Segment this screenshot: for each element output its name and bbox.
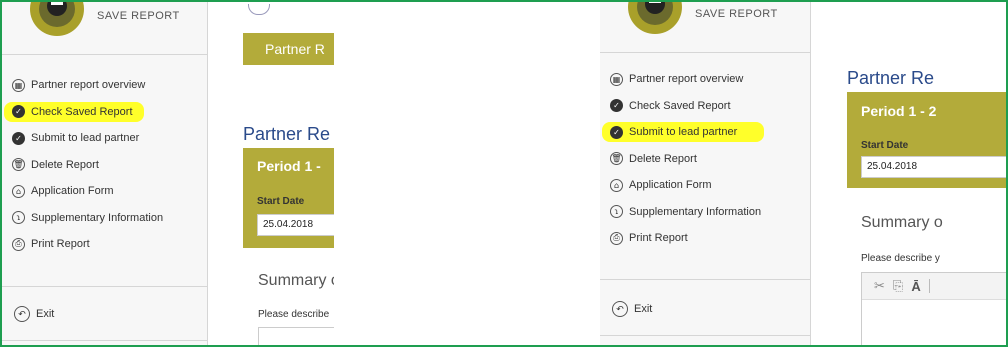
- trash-icon: 🗑: [610, 152, 623, 166]
- grid-icon: ▦: [610, 72, 623, 86]
- sidebar-item-label: Submit to lead partner: [31, 132, 140, 145]
- main-content: Partner Re Period 1 - 2 Start Date 25.04…: [811, 2, 1006, 345]
- sidebar-item-partner-report-overview[interactable]: ▦ Partner report overview: [610, 66, 761, 93]
- sidebar-item-label: Delete Report: [31, 158, 99, 171]
- divider: [2, 286, 207, 287]
- bank-icon: ⌂: [610, 178, 623, 192]
- sidebar-item-label: Delete Report: [629, 152, 697, 165]
- sidebar-item-delete-report[interactable]: 🗑 Delete Report: [610, 146, 761, 173]
- summary-editor[interactable]: [258, 327, 334, 345]
- sidebar-item-label: Partner report overview: [629, 73, 744, 86]
- start-date-input[interactable]: 25.04.2018: [257, 214, 334, 236]
- date-section: Start Date 25.04.2018: [847, 130, 1006, 188]
- sidebar-menu: ▦ Partner report overview ✓ Check Saved …: [4, 72, 163, 258]
- tab-partner-report[interactable]: Partner R: [243, 33, 334, 65]
- info-icon: ɿ: [610, 205, 623, 219]
- cut-icon[interactable]: ✂: [874, 278, 885, 294]
- exit-icon: ↶: [612, 301, 628, 317]
- sidebar-item-check-saved-report[interactable]: ✓ Check Saved Report: [4, 99, 163, 126]
- sidebar-item-label: Supplementary Information: [629, 205, 762, 218]
- exit-label: Exit: [634, 303, 653, 315]
- right-screenshot: SAVE REPORT ▦ Partner report overview ✓ …: [600, 2, 1006, 345]
- save-report-label[interactable]: SAVE REPORT: [695, 8, 778, 20]
- save-report-area[interactable]: SAVE REPORT: [2, 2, 207, 55]
- exit-label: Exit: [36, 308, 55, 320]
- sidebar-item-label: Application Form: [31, 185, 114, 198]
- divider: [600, 335, 810, 336]
- editor-toolbar: ✂ ⎘ Ā: [862, 273, 1006, 300]
- page-title: Partner Re: [243, 124, 331, 144]
- start-date-label: Start Date: [257, 196, 305, 207]
- sidebar-item-label: Check Saved Report: [629, 99, 731, 112]
- sidebar-item-label: Supplementary Information: [31, 211, 164, 224]
- start-date-label: Start Date: [861, 140, 909, 151]
- sidebar-item-submit-to-lead-partner[interactable]: ✓ Submit to lead partner: [12, 125, 163, 152]
- period-header: Period 1 -: [243, 148, 334, 184]
- divider: [2, 340, 207, 341]
- sidebar-item-label: Print Report: [31, 238, 90, 251]
- check-icon: ✓: [610, 125, 623, 139]
- date-section: Start Date 25.04.2018: [243, 184, 334, 248]
- screenshot-frame: SAVE REPORT ▦ Partner report overview ✓ …: [0, 0, 1008, 347]
- sidebar-item-check-saved-report[interactable]: ✓ Check Saved Report: [610, 93, 761, 120]
- copy-icon[interactable]: ⎘: [893, 278, 903, 294]
- sidebar-item-label: Application Form: [629, 179, 712, 192]
- period-header: Period 1 - 2: [847, 92, 1006, 130]
- grid-icon: ▦: [12, 78, 25, 92]
- sidebar-item-print-report[interactable]: ⎙ Print Report: [12, 231, 163, 258]
- sidebar-item-label: Print Report: [629, 232, 688, 245]
- print-icon: ⎙: [12, 237, 25, 251]
- exit-button[interactable]: ↶ Exit: [14, 306, 54, 322]
- check-icon: ✓: [610, 99, 623, 113]
- sidebar-menu: ▦ Partner report overview ✓ Check Saved …: [602, 66, 764, 252]
- sidebar-item-label: Submit to lead partner: [629, 126, 738, 139]
- toolbar-separator: [928, 279, 930, 293]
- page-title: Partner Re: [847, 68, 935, 88]
- left-screenshot: SAVE REPORT ▦ Partner report overview ✓ …: [2, 2, 334, 345]
- sidebar-item-submit-to-lead-partner[interactable]: ✓ Submit to lead partner: [602, 119, 764, 146]
- sidebar: SAVE REPORT ▦ Partner report overview ✓ …: [2, 2, 208, 345]
- sidebar-item-supplementary-information[interactable]: ɿ Supplementary Information: [610, 199, 761, 226]
- sidebar-item-delete-report[interactable]: 🗑 Delete Report: [12, 152, 163, 179]
- bank-icon: ⌂: [12, 184, 25, 198]
- sidebar-item-print-report[interactable]: ⎙ Print Report: [610, 225, 761, 252]
- header-circle-fragment: [248, 4, 270, 15]
- describe-text: Please describe y: [861, 253, 940, 264]
- print-icon: ⎙: [610, 231, 623, 245]
- info-icon: ɿ: [12, 211, 25, 225]
- sidebar-item-label: Check Saved Report: [31, 105, 133, 118]
- sidebar-item-label: Partner report overview: [31, 79, 146, 92]
- start-date-input[interactable]: 25.04.2018: [861, 156, 1006, 178]
- summary-heading: Summary o: [861, 214, 943, 231]
- check-icon: ✓: [12, 131, 25, 145]
- trash-icon: 🗑: [12, 158, 25, 172]
- save-report-label[interactable]: SAVE REPORT: [97, 10, 180, 22]
- sidebar-item-supplementary-information[interactable]: ɿ Supplementary Information: [12, 205, 163, 232]
- save-report-area[interactable]: SAVE REPORT: [600, 2, 810, 53]
- exit-button[interactable]: ↶ Exit: [612, 301, 652, 317]
- summary-editor[interactable]: ✂ ⎘ Ā: [861, 272, 1006, 345]
- summary-heading: Summary o: [258, 272, 334, 289]
- exit-icon: ↶: [14, 306, 30, 322]
- describe-text: Please describe: [258, 309, 330, 320]
- sidebar: SAVE REPORT ▦ Partner report overview ✓ …: [600, 2, 811, 345]
- sidebar-item-application-form[interactable]: ⌂ Application Form: [12, 178, 163, 205]
- paste-text-icon[interactable]: Ā: [911, 279, 920, 294]
- divider: [600, 279, 810, 280]
- sidebar-item-application-form[interactable]: ⌂ Application Form: [610, 172, 761, 199]
- sidebar-item-partner-report-overview[interactable]: ▦ Partner report overview: [12, 72, 163, 99]
- main-content: Partner R Partner Re Period 1 - Start Da…: [208, 2, 334, 345]
